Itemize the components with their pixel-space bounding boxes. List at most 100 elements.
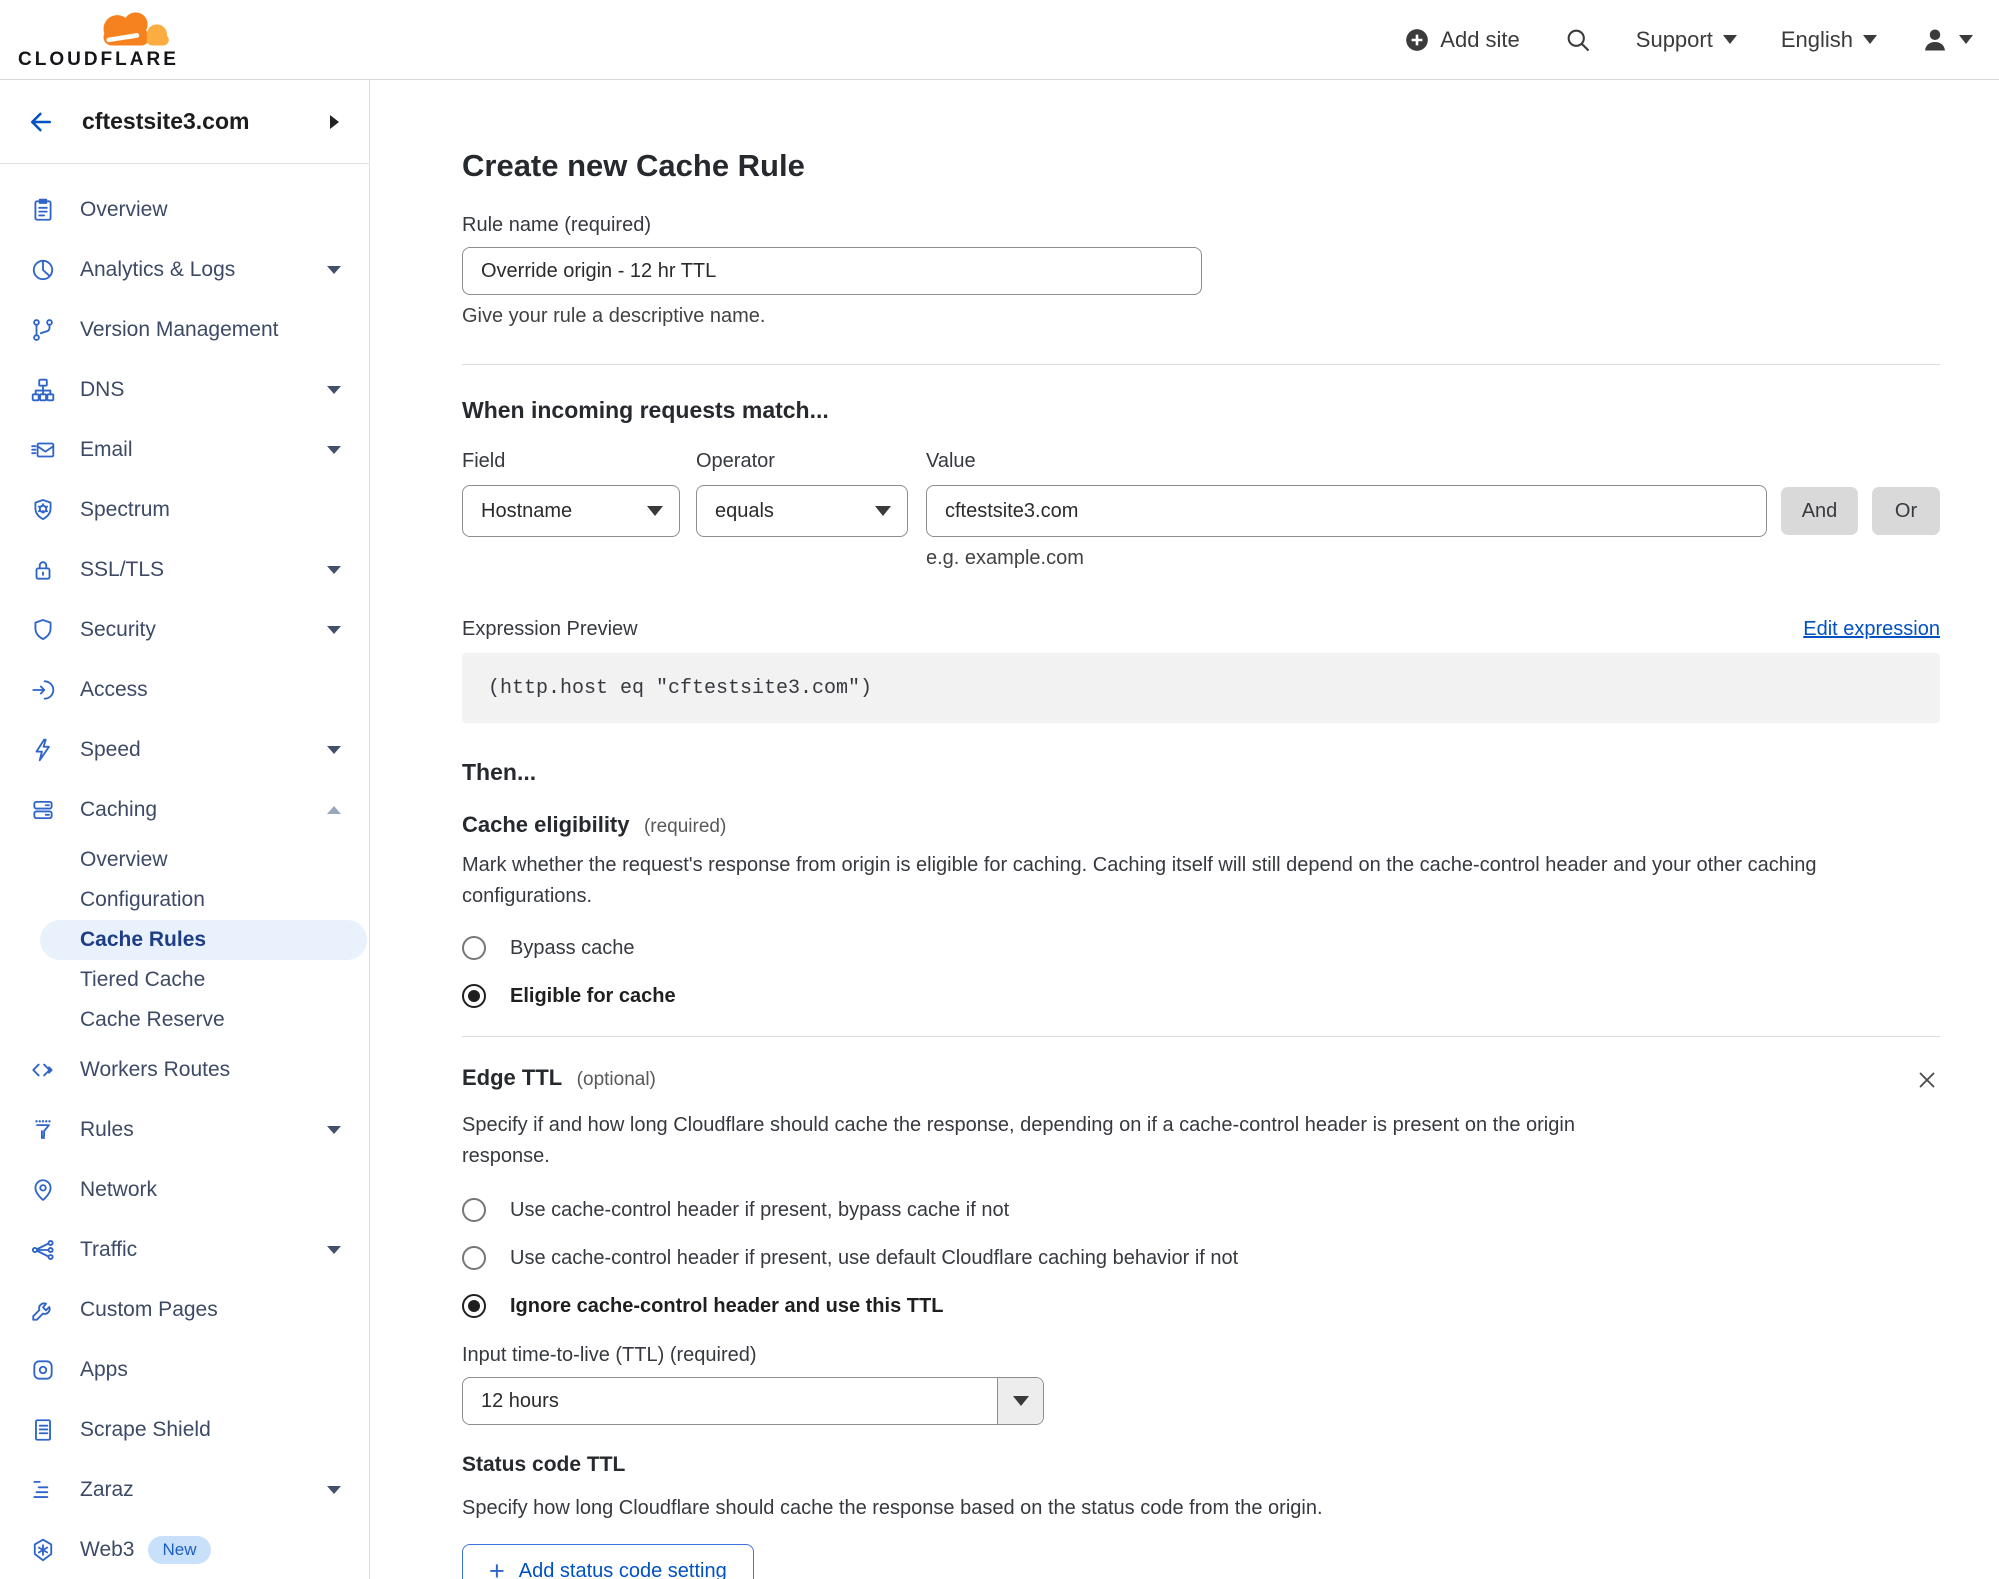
security-icon <box>30 617 56 643</box>
site-header: cftestsite3.com <box>0 80 369 164</box>
radio-option-bypass-cache[interactable]: Bypass cache <box>462 936 1940 960</box>
chevron-up-icon[interactable] <box>327 806 341 814</box>
back-arrow-icon[interactable] <box>26 107 56 137</box>
radio-unselected-icon[interactable] <box>462 936 486 960</box>
sidebar-item-spectrum[interactable]: Spectrum <box>0 480 369 540</box>
plus-circle-icon <box>1406 28 1429 51</box>
value-helper: e.g. example.com <box>926 547 1084 569</box>
sidebar-item-label: Analytics & Logs <box>80 258 236 281</box>
sidebar-item-security[interactable]: Security <box>0 600 369 660</box>
analytics-icon <box>30 257 56 283</box>
new-badge: New <box>148 1536 211 1564</box>
radio-option-ignore-cache-control-header-and-use-this-ttl[interactable]: Ignore cache-control header and use this… <box>462 1294 1940 1318</box>
sidebar-subitem-cache-reserve[interactable]: Cache Reserve <box>0 1000 369 1040</box>
email-icon <box>30 437 56 463</box>
close-icon[interactable] <box>1914 1067 1940 1098</box>
value-label: Value <box>926 450 976 472</box>
chevron-down-icon[interactable] <box>327 1246 341 1254</box>
radio-unselected-icon[interactable] <box>462 1246 486 1270</box>
operator-select[interactable]: equals <box>696 485 908 537</box>
main-content: Create new Cache Rule Rule name (require… <box>371 80 1999 1579</box>
and-button[interactable]: And <box>1781 487 1858 535</box>
cache-eligibility-required: (required) <box>643 816 727 837</box>
global-header: CLOUDFLARE Add site Support English <box>0 0 1999 80</box>
sidebar-item-version-management[interactable]: Version Management <box>0 300 369 360</box>
sidebar-item-rules[interactable]: Rules <box>0 1100 369 1160</box>
sidebar-subitem-cache-rules[interactable]: Cache Rules <box>40 920 367 960</box>
sidebar-item-traffic[interactable]: Traffic <box>0 1220 369 1280</box>
ttl-select[interactable]: 12 hours <box>462 1377 1044 1425</box>
sidebar-item-workers-routes[interactable]: Workers Routes <box>0 1040 369 1100</box>
chevron-down-icon[interactable] <box>327 446 341 454</box>
sidebar-item-web3[interactable]: Web3 New <box>0 1520 369 1579</box>
radio-selected-icon[interactable] <box>462 984 486 1008</box>
chevron-down-icon[interactable] <box>327 386 341 394</box>
sidebar-item-ssl-tls[interactable]: SSL/TLS <box>0 540 369 600</box>
add-status-code-button[interactable]: + Add status code setting <box>462 1544 754 1579</box>
chevron-down-icon[interactable] <box>327 626 341 634</box>
radio-option-use-cache-control-header-if-present-use-default-cloudflare-caching-behavior-if-not[interactable]: Use cache-control header if present, use… <box>462 1246 1940 1270</box>
rule-name-input[interactable] <box>462 247 1202 295</box>
sidebar-subitem-label: Configuration <box>80 888 205 911</box>
language-menu[interactable]: English <box>1781 27 1877 53</box>
network-icon <box>30 1177 56 1203</box>
chevron-down-icon[interactable] <box>327 566 341 574</box>
sidebar-item-label: Traffic <box>80 1238 138 1261</box>
sidebar-subitem-label: Cache Rules <box>80 928 207 951</box>
sidebar-subitem-overview[interactable]: Overview <box>0 840 369 880</box>
site-switcher-caret-icon[interactable] <box>330 114 339 129</box>
cache-eligibility-description: Mark whether the request's response from… <box>462 854 1817 907</box>
radio-option-use-cache-control-header-if-present-bypass-cache-if-not[interactable]: Use cache-control header if present, byp… <box>462 1198 1940 1222</box>
site-name: cftestsite3.com <box>82 108 250 134</box>
chevron-down-icon[interactable] <box>997 1378 1043 1424</box>
overview-icon <box>30 197 56 223</box>
cloudflare-cloud-icon <box>103 11 169 45</box>
radio-selected-icon[interactable] <box>462 1294 486 1318</box>
sidebar-item-overview[interactable]: Overview <box>0 180 369 240</box>
sidebar-item-access[interactable]: Access <box>0 660 369 720</box>
sidebar-item-speed[interactable]: Speed <box>0 720 369 780</box>
radio-option-eligible-for-cache[interactable]: Eligible for cache <box>462 984 1940 1008</box>
sidebar-item-caching[interactable]: Caching <box>0 780 369 840</box>
support-menu[interactable]: Support <box>1636 27 1737 53</box>
field-select[interactable]: Hostname <box>462 485 680 537</box>
or-button[interactable]: Or <box>1872 487 1940 535</box>
sidebar-item-email[interactable]: Email <box>0 420 369 480</box>
chevron-down-icon <box>1959 35 1973 44</box>
radio-unselected-icon[interactable] <box>462 1198 486 1222</box>
add-site-button[interactable]: Add site <box>1404 27 1520 53</box>
sidebar-item-scrape-shield[interactable]: Scrape Shield <box>0 1400 369 1460</box>
edit-expression-link[interactable]: Edit expression <box>1803 618 1940 641</box>
expression-code: (http.host eq "cftestsite3.com") <box>488 676 873 700</box>
version-icon <box>30 317 56 343</box>
sidebar-subitem-configuration[interactable]: Configuration <box>0 880 369 920</box>
chevron-down-icon[interactable] <box>327 746 341 754</box>
sidebar-item-custom-pages[interactable]: Custom Pages <box>0 1280 369 1340</box>
cache-eligibility-heading: Cache eligibility <box>462 812 630 837</box>
sidebar-item-label: Apps <box>80 1358 128 1381</box>
sidebar-item-label: Caching <box>80 798 158 821</box>
sidebar-item-network[interactable]: Network <box>0 1160 369 1220</box>
page-title: Create new Cache Rule <box>462 148 805 183</box>
radio-option-label: Eligible for cache <box>510 984 676 1007</box>
status-code-ttl-heading: Status code TTL <box>462 1453 626 1476</box>
match-heading: When incoming requests match... <box>462 397 829 423</box>
expression-preview-label: Expression Preview <box>462 618 638 640</box>
radio-option-label: Ignore cache-control header and use this… <box>510 1294 944 1317</box>
sidebar-item-label: Custom Pages <box>80 1298 218 1321</box>
chevron-down-icon[interactable] <box>327 266 341 274</box>
sidebar-item-apps[interactable]: Apps <box>0 1340 369 1400</box>
sidebar-item-analytics-logs[interactable]: Analytics & Logs <box>0 240 369 300</box>
chevron-down-icon[interactable] <box>327 1486 341 1494</box>
value-input[interactable] <box>926 485 1767 537</box>
sidebar-item-dns[interactable]: DNS <box>0 360 369 420</box>
rules-icon <box>30 1117 56 1143</box>
account-menu[interactable] <box>1921 26 1973 54</box>
sidebar-item-label: Overview <box>80 198 168 221</box>
spectrum-icon <box>30 497 56 523</box>
scrape-icon <box>30 1417 56 1443</box>
chevron-down-icon[interactable] <box>327 1126 341 1134</box>
sidebar-item-zaraz[interactable]: Zaraz <box>0 1460 369 1520</box>
sidebar-subitem-tiered-cache[interactable]: Tiered Cache <box>0 960 369 1000</box>
search-button[interactable] <box>1564 26 1592 54</box>
